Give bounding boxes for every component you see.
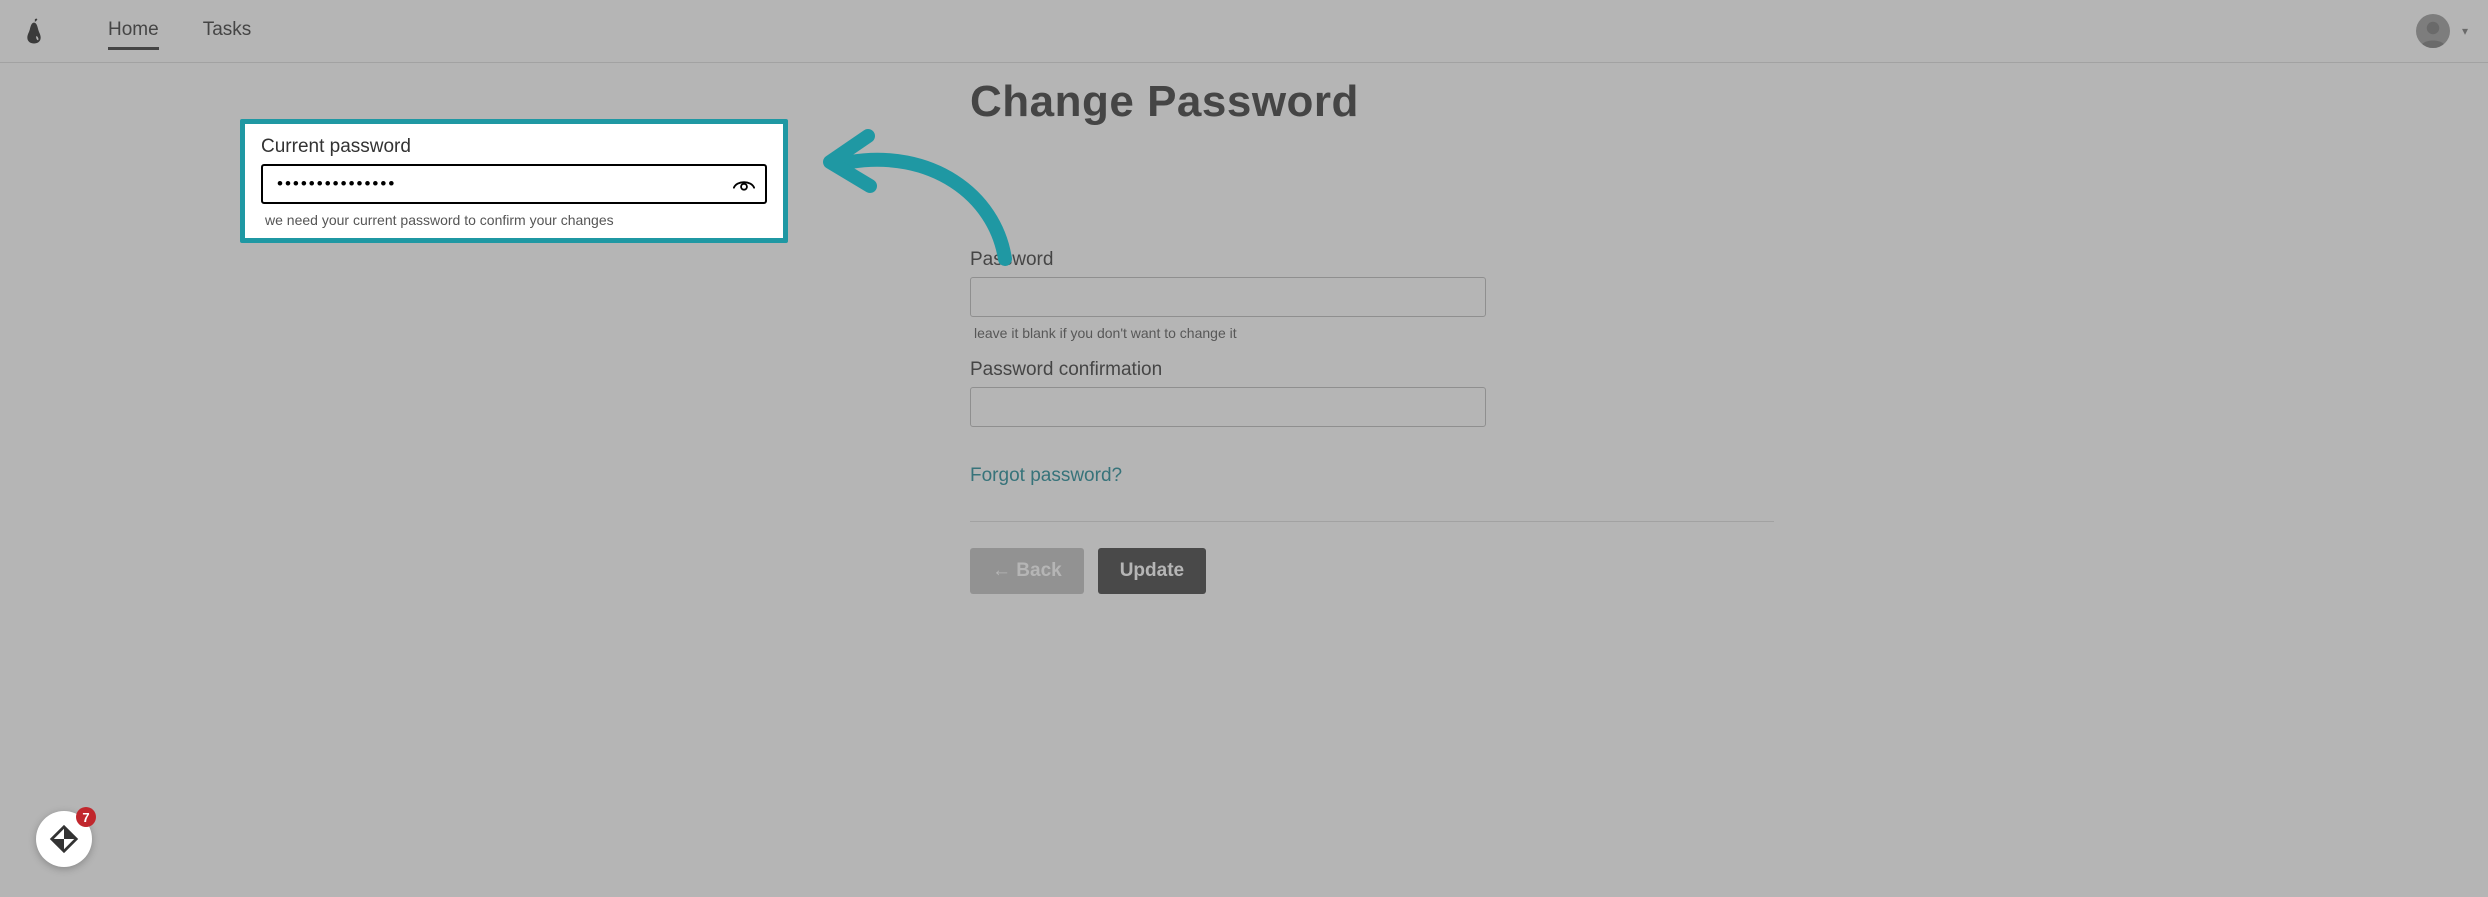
chevron-down-icon[interactable]: ▾ (2462, 24, 2468, 38)
password-label: Password (970, 249, 1774, 271)
nav-links: Home Tasks (108, 13, 251, 50)
eye-icon (733, 176, 755, 192)
user-avatar[interactable] (2416, 14, 2450, 48)
current-password-input[interactable] (261, 164, 767, 204)
top-nav: Home Tasks ▾ (0, 0, 2488, 63)
password-helper: leave it blank if you don't want to chan… (974, 325, 1774, 341)
help-widget-icon (49, 824, 79, 854)
button-row: ← Back Update (970, 548, 1774, 594)
back-button[interactable]: ← Back (970, 548, 1084, 594)
current-password-label: Current password (261, 136, 767, 158)
password-field-block: Password leave it blank if you don't wan… (970, 249, 1774, 341)
password-confirmation-input[interactable] (970, 387, 1486, 427)
password-input[interactable] (970, 277, 1486, 317)
toggle-password-visibility-button[interactable] (733, 173, 755, 195)
nav-link-tasks[interactable]: Tasks (203, 13, 252, 50)
help-widget-badge: 7 (76, 807, 96, 827)
highlight-current-password: Current password we need your current pa… (240, 119, 788, 243)
pear-icon (24, 17, 44, 45)
current-password-helper: we need your current password to confirm… (265, 212, 767, 228)
password-confirmation-label: Password confirmation (970, 359, 1774, 381)
nav-right: ▾ (2416, 14, 2468, 48)
divider (970, 521, 1774, 522)
page-title: Change Password (970, 77, 1774, 127)
update-button[interactable]: Update (1098, 548, 1206, 594)
app-logo[interactable] (20, 11, 48, 51)
avatar-icon (2418, 18, 2448, 48)
forgot-password-link[interactable]: Forgot password? (970, 465, 1122, 487)
main-content: Change Password Password leave it blank … (714, 63, 1774, 634)
current-password-placeholder (970, 141, 1774, 249)
help-widget[interactable]: 7 (36, 811, 92, 867)
password-confirmation-field-block: Password confirmation (970, 359, 1774, 427)
nav-link-home[interactable]: Home (108, 13, 159, 50)
